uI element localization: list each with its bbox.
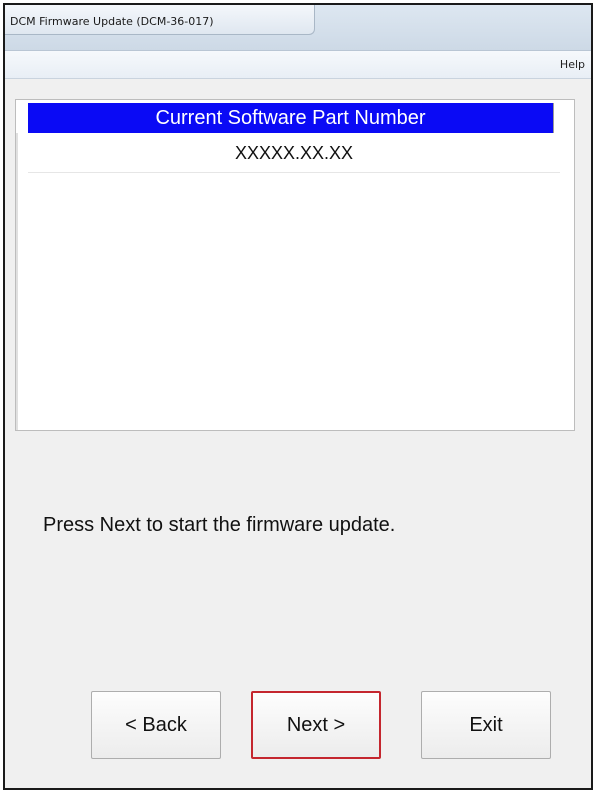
software-part-number-cell[interactable]: XXXXX.XX.XX: [28, 133, 560, 173]
list-divider: [16, 133, 18, 430]
software-part-list: Current Software Part Number XXXXX.XX.XX: [15, 99, 575, 431]
next-button[interactable]: Next >: [251, 691, 381, 759]
exit-button[interactable]: Exit: [421, 691, 551, 759]
column-header-current-software-part-number[interactable]: Current Software Part Number: [28, 103, 553, 133]
title-bar: DCM Firmware Update (DCM-36-017): [5, 5, 591, 51]
instruction-text: Press Next to start the firmware update.: [43, 514, 396, 536]
menu-bar: Help: [5, 51, 591, 79]
window-title: DCM Firmware Update (DCM-36-017): [5, 5, 315, 35]
column-header-filler: [553, 103, 573, 133]
back-button[interactable]: < Back: [91, 691, 221, 759]
menu-item-help[interactable]: Help: [560, 58, 585, 71]
firmware-update-window: DCM Firmware Update (DCM-36-017) Help Cu…: [3, 3, 593, 790]
